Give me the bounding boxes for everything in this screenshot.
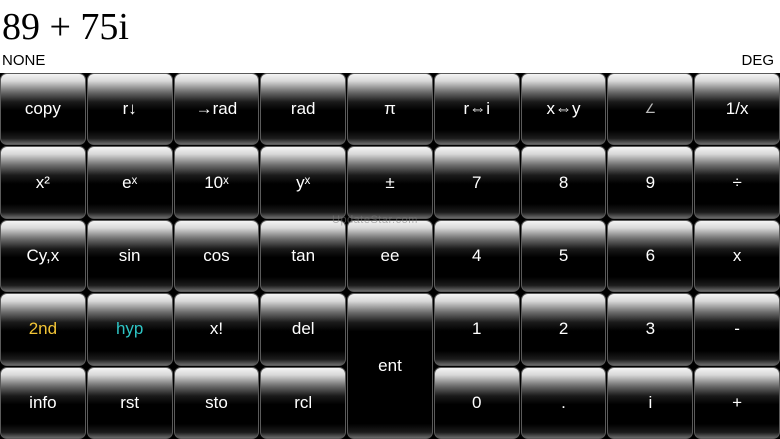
info-button[interactable]: info: [0, 366, 86, 439]
digit-5-button[interactable]: 5: [520, 219, 607, 293]
second-function-button[interactable]: 2nd: [0, 293, 86, 366]
divide-button[interactable]: ÷: [694, 146, 780, 219]
digit-2-button[interactable]: 2: [520, 293, 607, 366]
angle-button[interactable]: ∠: [607, 73, 694, 146]
enter-button[interactable]: ent: [347, 293, 433, 439]
swap-real-imag-button[interactable]: r⇔i: [433, 73, 520, 146]
keypad: copy r↓ →rad rad π r⇔i x⇔y ∠ 1/x x² eˣ 1…: [0, 73, 780, 439]
digit-8-button[interactable]: 8: [520, 146, 607, 219]
digit-3-button[interactable]: 3: [607, 293, 694, 366]
digit-1-button[interactable]: 1: [433, 293, 520, 366]
minus-button[interactable]: -: [694, 293, 780, 366]
digit-0-button[interactable]: 0: [433, 366, 520, 439]
exp-button[interactable]: eˣ: [86, 146, 173, 219]
digit-6-button[interactable]: 6: [607, 219, 694, 293]
hyperbolic-button[interactable]: hyp: [86, 293, 173, 366]
digit-4-button[interactable]: 4: [433, 219, 520, 293]
recall-button[interactable]: rcl: [260, 366, 347, 439]
digit-9-button[interactable]: 9: [607, 146, 694, 219]
angle-mode-indicator: DEG: [741, 52, 774, 69]
roll-down-button[interactable]: r↓: [86, 73, 173, 146]
combination-button[interactable]: Cy,x: [0, 219, 86, 293]
reset-button[interactable]: rst: [86, 366, 173, 439]
decimal-point-button[interactable]: .: [520, 366, 607, 439]
pi-button[interactable]: π: [347, 73, 433, 146]
imaginary-unit-button[interactable]: i: [607, 366, 694, 439]
cos-button[interactable]: cos: [173, 219, 260, 293]
delete-button[interactable]: del: [260, 293, 347, 366]
reciprocal-button[interactable]: 1/x: [694, 73, 780, 146]
tan-button[interactable]: tan: [260, 219, 347, 293]
mode-indicator: NONE: [2, 52, 46, 69]
digit-7-button[interactable]: 7: [433, 146, 520, 219]
square-button[interactable]: x²: [0, 146, 86, 219]
power-button[interactable]: yˣ: [260, 146, 347, 219]
ee-button[interactable]: ee: [347, 219, 433, 293]
store-button[interactable]: sto: [173, 366, 260, 439]
copy-button[interactable]: copy: [0, 73, 86, 146]
plus-minus-button[interactable]: ±: [347, 146, 433, 219]
plus-button[interactable]: +: [694, 366, 780, 439]
multiply-button[interactable]: x: [694, 219, 780, 293]
result-display: 89 + 75i: [2, 6, 129, 48]
to-rad-button[interactable]: →rad: [173, 73, 260, 146]
factorial-button[interactable]: x!: [173, 293, 260, 366]
power-of-ten-button[interactable]: 10ˣ: [173, 146, 260, 219]
sin-button[interactable]: sin: [86, 219, 173, 293]
swap-x-y-button[interactable]: x⇔y: [520, 73, 607, 146]
rad-button[interactable]: rad: [260, 73, 347, 146]
